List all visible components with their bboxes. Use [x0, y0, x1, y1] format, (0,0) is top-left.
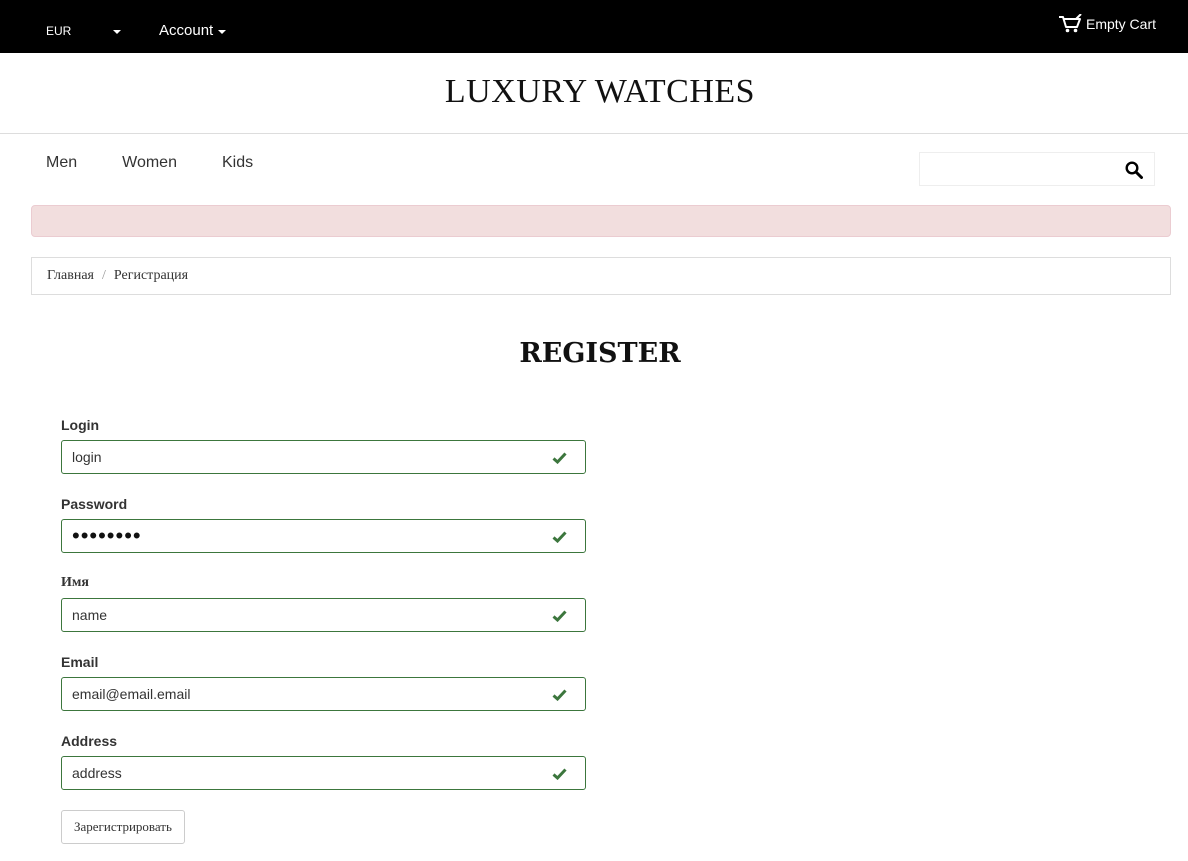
password-field-wrapper — [61, 519, 586, 553]
account-label: Account — [159, 22, 214, 39]
nav-item-women[interactable]: Women — [122, 154, 177, 172]
site-logo[interactable]: LUXURY WATCHES — [0, 73, 1188, 111]
breadcrumb-home[interactable]: Главная — [47, 268, 94, 284]
password-input[interactable] — [62, 520, 532, 552]
login-input[interactable] — [62, 441, 532, 473]
name-input[interactable] — [62, 599, 532, 631]
check-icon — [552, 688, 567, 706]
email-input[interactable] — [62, 678, 532, 710]
check-icon — [552, 451, 567, 469]
cart-label: Empty Cart — [1085, 15, 1156, 32]
search-input[interactable] — [920, 153, 1126, 185]
caret-down-icon[interactable] — [113, 30, 121, 34]
check-icon — [552, 530, 567, 548]
name-label: Имя — [61, 575, 89, 590]
register-button[interactable]: Зарегистрировать — [61, 810, 185, 844]
search-icon[interactable] — [1125, 161, 1143, 184]
cart-icon — [1058, 14, 1082, 33]
nav-item-men[interactable]: Men — [46, 154, 77, 172]
name-field-wrapper — [61, 598, 586, 632]
breadcrumb: Главная / Регистрация — [31, 257, 1171, 295]
breadcrumb-current: Регистрация — [113, 268, 189, 283]
cart-link[interactable]: Empty Cart — [1058, 14, 1156, 33]
main-nav: Men Women Kids — [46, 154, 298, 172]
email-label: Email — [61, 654, 99, 670]
alert-box — [31, 205, 1171, 237]
address-input[interactable] — [62, 757, 532, 789]
address-field-wrapper — [61, 756, 586, 790]
search-box — [919, 152, 1155, 186]
login-field-wrapper — [61, 440, 586, 474]
check-icon — [552, 609, 567, 627]
login-label: Login — [61, 417, 100, 433]
email-field-wrapper — [61, 677, 586, 711]
address-label: Address — [61, 733, 118, 749]
header-divider — [0, 133, 1188, 134]
breadcrumb-separator: / — [102, 268, 106, 283]
account-menu[interactable]: Account — [159, 22, 227, 39]
top-bar: EUR Account Empty Cart — [0, 0, 1188, 53]
currency-select[interactable]: EUR — [46, 24, 71, 38]
password-label: Password — [61, 496, 128, 512]
caret-down-icon — [218, 30, 227, 34]
nav-item-kids[interactable]: Kids — [222, 154, 253, 172]
check-icon — [552, 767, 567, 785]
page-title: REGISTER — [519, 338, 681, 369]
